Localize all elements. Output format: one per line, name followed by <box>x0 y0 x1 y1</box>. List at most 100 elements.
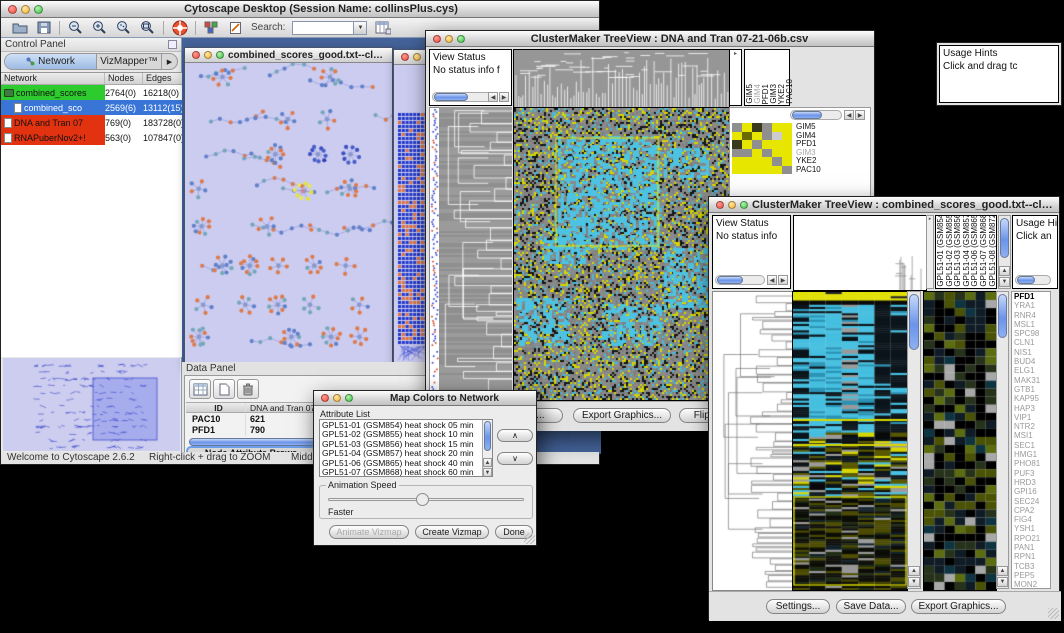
heatmap-cell[interactable] <box>752 140 762 149</box>
tv2-left-dendrogram[interactable] <box>712 291 793 591</box>
float-panel-icon[interactable] <box>168 40 177 49</box>
heatmap-cell[interactable] <box>732 157 742 166</box>
zoom-in-icon[interactable] <box>91 20 108 35</box>
minimize-icon[interactable] <box>413 53 421 61</box>
attribute-list-item[interactable]: GPL51-06 (GSM865) heat shock 40 min <box>322 459 492 468</box>
gene-label[interactable]: YRA1 <box>1014 301 1050 310</box>
close-icon[interactable] <box>401 53 409 61</box>
vizmapper-icon[interactable] <box>203 20 220 35</box>
zoom-window-icon[interactable] <box>216 51 224 59</box>
annotation-icon[interactable] <box>227 20 244 35</box>
scroll-up-icon[interactable]: ▲ <box>997 566 1008 576</box>
gene-label[interactable]: NIS1 <box>1014 348 1050 357</box>
network-row[interactable]: combined_scores2764(0)16218(0) <box>1 85 182 100</box>
tv2-heatmap[interactable] <box>792 291 908 591</box>
heatmap-cell[interactable] <box>762 123 772 132</box>
scroll-up-icon[interactable]: ▲ <box>999 266 1010 276</box>
scroll-down-icon[interactable]: ▼ <box>483 468 492 477</box>
usage-scroll-track[interactable] <box>1015 275 1051 285</box>
scroll-right-icon[interactable]: ▶ <box>855 110 865 120</box>
gene-label[interactable]: CLN1 <box>1014 338 1050 347</box>
tv2-heatmap-vscroll[interactable]: ▲ ▼ <box>907 291 921 589</box>
gene-label[interactable]: NTR2 <box>1014 422 1050 431</box>
heatmap-cell[interactable] <box>762 166 772 175</box>
gene-label[interactable]: GTB1 <box>1014 385 1050 394</box>
close-icon[interactable] <box>716 201 724 209</box>
heatmap-cell[interactable] <box>762 140 772 149</box>
animation-speed-slider-thumb[interactable] <box>416 493 429 506</box>
tv1-zoom-hscroll-track[interactable] <box>790 110 842 120</box>
attribute-list-vscroll[interactable]: ▲ ▼ <box>482 420 492 477</box>
close-icon[interactable] <box>8 5 17 14</box>
gene-label[interactable]: KAP95 <box>1014 394 1050 403</box>
tab-network[interactable]: Network <box>5 54 97 69</box>
export-graphics-button[interactable]: Export Graphics... <box>911 599 1006 614</box>
gene-label[interactable]: MAK31 <box>1014 376 1050 385</box>
network-row[interactable]: combined_sco2569(6)13112(15) <box>1 100 182 115</box>
network-overview-canvas[interactable] <box>3 358 180 451</box>
heatmap-cell[interactable] <box>782 157 792 166</box>
scroll-right-icon[interactable]: ▶ <box>778 275 788 285</box>
attribute-list-item[interactable]: GPL51-03 (GSM856) heat shock 15 min <box>322 440 492 449</box>
attribute-list-item[interactable]: GPL51-04 (GSM857) heat shock 20 min <box>322 449 492 458</box>
zoom-window-icon[interactable] <box>740 201 748 209</box>
gene-label[interactable]: MSI1 <box>1014 431 1050 440</box>
heatmap-cell[interactable] <box>782 123 792 132</box>
scroll-left-icon[interactable]: ◀ <box>488 92 498 102</box>
new-attribute-icon[interactable] <box>213 379 235 399</box>
view-status-scroll-thumb[interactable] <box>717 276 743 284</box>
open-folder-icon[interactable] <box>11 20 28 35</box>
gene-label[interactable]: HAP3 <box>1014 404 1050 413</box>
minimize-icon[interactable] <box>728 201 736 209</box>
window-controls[interactable] <box>1 5 43 14</box>
minimize-icon[interactable] <box>333 394 341 402</box>
heatmap-cell[interactable] <box>742 166 752 175</box>
col-nodes[interactable]: Nodes <box>105 73 143 84</box>
heatmap-cell[interactable] <box>732 149 742 158</box>
scroll-up-icon[interactable]: ▲ <box>483 458 492 467</box>
move-up-button[interactable]: ∧ <box>497 429 533 442</box>
usage-scroll-thumb[interactable] <box>1017 276 1035 284</box>
tv1-column-strip[interactable]: ▸ <box>729 49 742 106</box>
tv2-labels-vscroll-thumb[interactable] <box>1000 218 1009 258</box>
tv1-heatmap[interactable] <box>513 107 730 401</box>
heatmap-cell[interactable] <box>772 132 782 141</box>
network-canvas[interactable] <box>185 63 392 367</box>
tv2-heatmap-vscroll-thumb[interactable] <box>909 294 919 350</box>
tv1-zoom-heatmap[interactable] <box>732 123 792 174</box>
col-edges[interactable]: Edges <box>143 73 182 84</box>
settings-button[interactable]: Settings... <box>766 599 830 614</box>
view-status-scroll-thumb[interactable] <box>434 93 468 101</box>
attribute-list-item[interactable]: GPL51-07 (GSM868) heat shock 60 min <box>322 468 492 477</box>
heatmap-cell[interactable] <box>762 149 772 158</box>
save-icon[interactable] <box>35 20 52 35</box>
heatmap-cell[interactable] <box>762 157 772 166</box>
scroll-down-icon[interactable]: ▼ <box>908 577 920 587</box>
attribute-browser-icon[interactable] <box>374 20 391 35</box>
tv2-zoom-heatmap[interactable] <box>923 291 997 591</box>
tv2-zoom-vscroll-thumb[interactable] <box>998 294 1007 338</box>
tv1-zoom-hscroll-thumb[interactable] <box>792 111 822 119</box>
minimize-icon[interactable] <box>445 35 453 43</box>
col-network[interactable]: Network <box>1 73 105 84</box>
gene-label[interactable]: SPC98 <box>1014 329 1050 338</box>
gene-label[interactable]: PUF3 <box>1014 469 1050 478</box>
heatmap-cell[interactable] <box>772 149 782 158</box>
tv2-zoom-vscroll[interactable]: ▲ ▼ <box>996 291 1009 589</box>
heatmap-cell[interactable] <box>752 149 762 158</box>
heatmap-cell[interactable] <box>752 157 762 166</box>
save-data-button[interactable]: Save Data... <box>836 599 906 614</box>
help-lifering-icon[interactable] <box>171 20 188 35</box>
minimize-icon[interactable] <box>21 5 30 14</box>
create-vizmap-button[interactable]: Create Vizmap <box>415 525 489 539</box>
heatmap-cell[interactable] <box>742 123 752 132</box>
gene-label[interactable]: PFD1 <box>1014 292 1050 301</box>
map-dialog-titlebar[interactable]: Map Colors to Network <box>314 391 536 406</box>
network-row[interactable]: DNA and Tran 07769(0)183728(0) <box>1 115 182 130</box>
scroll-down-icon[interactable]: ▼ <box>997 577 1008 587</box>
tv2-column-strip[interactable]: ▸ <box>926 215 934 289</box>
gene-label[interactable]: MON2 <box>1014 580 1050 589</box>
heatmap-cell[interactable] <box>732 123 742 132</box>
zoom-selected-icon[interactable] <box>115 20 132 35</box>
heatmap-cell[interactable] <box>752 123 762 132</box>
